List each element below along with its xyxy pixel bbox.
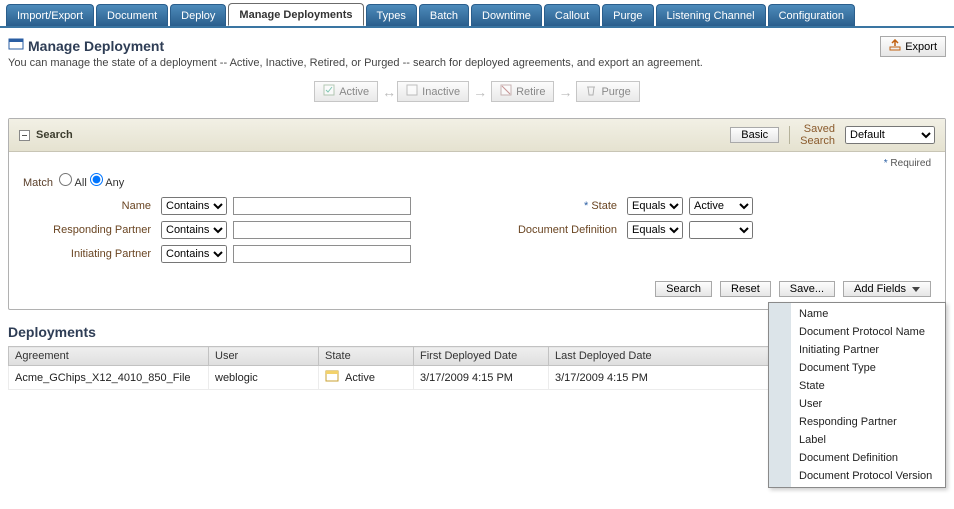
match-any-radio[interactable]: Any — [90, 177, 124, 189]
tab-callout[interactable]: Callout — [544, 4, 600, 26]
caret-down-icon — [912, 287, 920, 292]
saved-search-label: SavedSearch — [800, 123, 835, 147]
tab-purge[interactable]: Purge — [602, 4, 653, 26]
menu-item[interactable]: State — [769, 377, 945, 395]
inactive-label: Inactive — [422, 86, 460, 98]
arrow-right-icon: → — [558, 84, 572, 100]
purge-label: Purge — [601, 86, 630, 98]
required-note: * Required — [9, 152, 945, 169]
search-button[interactable]: Search — [655, 281, 712, 297]
state-value-select[interactable]: Active — [689, 197, 753, 215]
basic-button[interactable]: Basic — [730, 127, 779, 143]
tab-configuration[interactable]: Configuration — [768, 4, 855, 26]
state-op-select[interactable]: Equals — [627, 197, 683, 215]
tab-batch[interactable]: Batch — [419, 4, 469, 26]
top-tab-bar: Import/Export Document Deploy Manage Dep… — [0, 0, 954, 28]
tab-listening-channel[interactable]: Listening Channel — [656, 4, 766, 26]
responding-op-select[interactable]: Contains — [161, 221, 227, 239]
menu-item[interactable]: Document Type — [769, 359, 945, 377]
tab-import-export[interactable]: Import/Export — [6, 4, 94, 26]
col-user[interactable]: User — [209, 347, 319, 366]
docdef-value-select[interactable] — [689, 221, 753, 239]
collapse-icon[interactable] — [19, 130, 30, 141]
add-fields-button[interactable]: Add Fields — [843, 281, 931, 297]
arrow-bi-icon: ↔ — [382, 84, 393, 100]
match-all-radio[interactable]: All — [59, 177, 87, 189]
menu-item[interactable]: User — [769, 395, 945, 413]
menu-item[interactable]: Document Definition — [769, 449, 945, 467]
cell-agreement: Acme_GChips_X12_4010_850_File — [9, 366, 209, 390]
col-first-date[interactable]: First Deployed Date — [414, 347, 549, 366]
page-subtitle: You can manage the state of a deployment… — [8, 57, 880, 69]
purge-button[interactable]: Purge — [576, 81, 639, 102]
menu-item[interactable]: Document Protocol Name — [769, 323, 945, 341]
manage-deployment-icon — [8, 36, 24, 55]
col-agreement[interactable]: Agreement — [9, 347, 209, 366]
name-label: Name — [23, 200, 155, 212]
arrow-right-icon: → — [473, 84, 487, 100]
purge-icon — [585, 84, 597, 99]
docdef-label: Document Definition — [477, 224, 621, 236]
name-input[interactable] — [233, 197, 411, 215]
retire-icon — [500, 84, 512, 99]
tab-manage-deployments[interactable]: Manage Deployments — [228, 3, 363, 26]
active-icon — [323, 84, 335, 99]
active-button[interactable]: Active — [314, 81, 378, 102]
col-state[interactable]: State — [319, 347, 414, 366]
tab-types[interactable]: Types — [366, 4, 417, 26]
tab-deploy[interactable]: Deploy — [170, 4, 226, 26]
state-label: * State — [477, 200, 621, 212]
responding-label: Responding Partner — [23, 224, 155, 236]
match-row: Match All Any — [9, 169, 945, 197]
export-button[interactable]: Export — [880, 36, 946, 57]
search-panel: Search Basic SavedSearch Default * Requi… — [8, 118, 946, 310]
lifecycle-toolbar: Active ↔ Inactive → Retire → Purge — [8, 69, 946, 118]
inactive-button[interactable]: Inactive — [397, 81, 469, 102]
export-label: Export — [905, 41, 937, 53]
state-active-icon — [325, 369, 339, 386]
menu-item[interactable]: Document Protocol Version — [769, 467, 945, 485]
responding-input[interactable] — [233, 221, 411, 239]
page-title: Manage Deployment — [28, 38, 164, 54]
tab-downtime[interactable]: Downtime — [471, 4, 542, 26]
retire-label: Retire — [516, 86, 545, 98]
docdef-op-select[interactable]: Equals — [627, 221, 683, 239]
retire-button[interactable]: Retire — [491, 81, 554, 102]
saved-search-select[interactable]: Default — [845, 126, 935, 144]
save-button[interactable]: Save... — [779, 281, 835, 297]
name-op-select[interactable]: Contains — [161, 197, 227, 215]
cell-state-text: Active — [345, 372, 375, 384]
export-icon — [889, 39, 901, 54]
add-fields-menu: Name Document Protocol Name Initiating P… — [768, 302, 946, 488]
menu-item[interactable]: Label — [769, 431, 945, 449]
match-label: Match — [23, 177, 53, 189]
menu-item[interactable]: Name — [769, 305, 945, 323]
inactive-icon — [406, 84, 418, 99]
menu-item[interactable]: Initiating Partner — [769, 341, 945, 359]
tab-document[interactable]: Document — [96, 4, 168, 26]
menu-item[interactable]: Responding Partner — [769, 413, 945, 431]
active-label: Active — [339, 86, 369, 98]
cell-first-date: 3/17/2009 4:15 PM — [414, 366, 549, 390]
cell-state: Active — [319, 366, 414, 390]
reset-button[interactable]: Reset — [720, 281, 771, 297]
initiating-op-select[interactable]: Contains — [161, 245, 227, 263]
initiating-input[interactable] — [233, 245, 411, 263]
cell-user: weblogic — [209, 366, 319, 390]
initiating-label: Initiating Partner — [23, 248, 155, 260]
search-panel-title: Search — [36, 129, 73, 141]
add-fields-label: Add Fields — [854, 283, 906, 295]
